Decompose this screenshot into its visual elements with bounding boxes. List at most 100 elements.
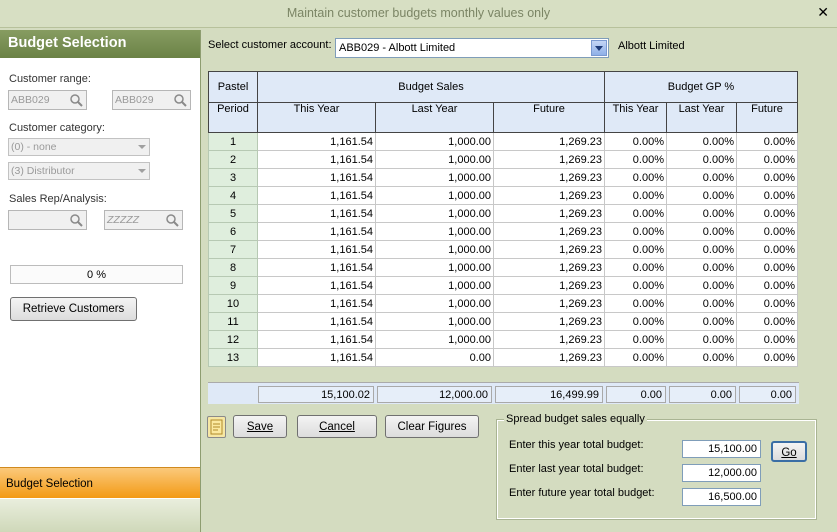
this-year-cell[interactable]: 1,161.54 [257, 276, 376, 295]
gp-this-year-cell[interactable]: 0.00% [604, 312, 667, 331]
gp-future-cell[interactable]: 0.00% [736, 330, 798, 349]
gp-future-cell[interactable]: 0.00% [736, 204, 798, 223]
gp-future-cell[interactable]: 0.00% [736, 348, 798, 367]
gp-this-year-cell[interactable]: 0.00% [604, 186, 667, 205]
future-cell[interactable]: 1,269.23 [493, 168, 605, 187]
future-cell[interactable]: 1,269.23 [493, 330, 605, 349]
this-year-budget-input[interactable]: 15,100.00 [682, 440, 761, 458]
clear-figures-button[interactable]: Clear Figures [385, 415, 479, 438]
gp-future-cell[interactable]: 0.00% [736, 132, 798, 151]
future-cell[interactable]: 1,269.23 [493, 240, 605, 259]
last-year-cell[interactable]: 1,000.00 [375, 240, 494, 259]
this-year-cell[interactable]: 1,161.54 [257, 204, 376, 223]
nav-budget-selection[interactable]: Budget Selection [0, 467, 200, 498]
gp-future-cell[interactable]: 0.00% [736, 222, 798, 241]
gp-last-year-cell[interactable]: 0.00% [666, 294, 737, 313]
retrieve-customers-button[interactable]: Retrieve Customers [10, 297, 137, 321]
last-year-cell[interactable]: 1,000.00 [375, 258, 494, 277]
future-cell[interactable]: 1,269.23 [493, 276, 605, 295]
this-year-cell[interactable]: 1,161.54 [257, 222, 376, 241]
gp-future-cell[interactable]: 0.00% [736, 240, 798, 259]
last-year-cell[interactable]: 1,000.00 [375, 150, 494, 169]
save-button[interactable]: Save [233, 415, 287, 438]
gp-future-cell[interactable]: 0.00% [736, 168, 798, 187]
future-cell[interactable]: 1,269.23 [493, 150, 605, 169]
sales-rep-to-field[interactable]: ZZZZZ [104, 210, 183, 230]
gp-this-year-cell[interactable]: 0.00% [604, 330, 667, 349]
gp-last-year-cell[interactable]: 0.00% [666, 276, 737, 295]
gp-last-year-cell[interactable]: 0.00% [666, 222, 737, 241]
this-year-cell[interactable]: 1,161.54 [257, 240, 376, 259]
this-year-cell[interactable]: 1,161.54 [257, 294, 376, 313]
gp-future-cell[interactable]: 0.00% [736, 186, 798, 205]
gp-future-cell[interactable]: 0.00% [736, 276, 798, 295]
last-year-cell[interactable]: 1,000.00 [375, 330, 494, 349]
future-cell[interactable]: 1,269.23 [493, 204, 605, 223]
last-year-cell[interactable]: 1,000.00 [375, 276, 494, 295]
gp-this-year-cell[interactable]: 0.00% [604, 240, 667, 259]
this-year-cell[interactable]: 1,161.54 [257, 168, 376, 187]
gp-this-year-cell[interactable]: 0.00% [604, 348, 667, 367]
notes-icon[interactable] [207, 416, 226, 438]
gp-last-year-cell[interactable]: 0.00% [666, 240, 737, 259]
this-year-cell[interactable]: 1,161.54 [257, 312, 376, 331]
gp-this-year-cell[interactable]: 0.00% [604, 150, 667, 169]
this-year-cell[interactable]: 1,161.54 [257, 258, 376, 277]
gp-last-year-cell[interactable]: 0.00% [666, 204, 737, 223]
gp-this-year-cell[interactable]: 0.00% [604, 258, 667, 277]
gp-this-year-cell[interactable]: 0.00% [604, 132, 667, 151]
search-icon[interactable] [69, 93, 83, 107]
sales-rep-from-field[interactable] [8, 210, 87, 230]
future-cell[interactable]: 1,269.23 [493, 186, 605, 205]
gp-last-year-cell[interactable]: 0.00% [666, 330, 737, 349]
close-icon[interactable]: ✕ [817, 4, 829, 21]
this-year-cell[interactable]: 1,161.54 [257, 348, 376, 367]
gp-future-cell[interactable]: 0.00% [736, 150, 798, 169]
gp-this-year-cell[interactable]: 0.00% [604, 294, 667, 313]
last-year-cell[interactable]: 1,000.00 [375, 294, 494, 313]
last-year-cell[interactable]: 1,000.00 [375, 168, 494, 187]
future-budget-input[interactable]: 16,500.00 [682, 488, 761, 506]
this-year-cell[interactable]: 1,161.54 [257, 186, 376, 205]
gp-future-cell[interactable]: 0.00% [736, 312, 798, 331]
future-cell[interactable]: 1,269.23 [493, 222, 605, 241]
range-from-field[interactable]: ABB029 [8, 90, 87, 110]
gp-last-year-cell[interactable]: 0.00% [666, 150, 737, 169]
this-year-cell[interactable]: 1,161.54 [257, 132, 376, 151]
gp-this-year-cell[interactable]: 0.00% [604, 168, 667, 187]
last-year-cell[interactable]: 1,000.00 [375, 186, 494, 205]
future-cell[interactable]: 1,269.23 [493, 132, 605, 151]
cancel-button[interactable]: Cancel [297, 415, 377, 438]
gp-last-year-cell[interactable]: 0.00% [666, 348, 737, 367]
gp-last-year-cell[interactable]: 0.00% [666, 186, 737, 205]
last-year-cell[interactable]: 1,000.00 [375, 204, 494, 223]
this-year-cell[interactable]: 1,161.54 [257, 150, 376, 169]
gp-last-year-cell[interactable]: 0.00% [666, 132, 737, 151]
future-cell[interactable]: 1,269.23 [493, 348, 605, 367]
gp-this-year-cell[interactable]: 0.00% [604, 276, 667, 295]
category-select-1[interactable]: (0) - none [8, 138, 150, 156]
last-year-cell[interactable]: 0.00 [375, 348, 494, 367]
go-button[interactable]: Go [771, 441, 807, 462]
account-select[interactable]: ABB029 - Albott Limited [335, 38, 609, 58]
search-icon[interactable] [69, 213, 83, 227]
last-year-cell[interactable]: 1,000.00 [375, 312, 494, 331]
gp-future-cell[interactable]: 0.00% [736, 294, 798, 313]
last-year-cell[interactable]: 1,000.00 [375, 222, 494, 241]
future-cell[interactable]: 1,269.23 [493, 312, 605, 331]
gp-last-year-cell[interactable]: 0.00% [666, 312, 737, 331]
search-icon[interactable] [165, 213, 179, 227]
last-year-budget-input[interactable]: 12,000.00 [682, 464, 761, 482]
this-year-cell[interactable]: 1,161.54 [257, 330, 376, 349]
chevron-down-icon[interactable] [591, 40, 607, 56]
future-cell[interactable]: 1,269.23 [493, 294, 605, 313]
gp-this-year-cell[interactable]: 0.00% [604, 222, 667, 241]
future-cell[interactable]: 1,269.23 [493, 258, 605, 277]
range-to-field[interactable]: ABB029 [112, 90, 191, 110]
gp-future-cell[interactable]: 0.00% [736, 258, 798, 277]
last-year-cell[interactable]: 1,000.00 [375, 132, 494, 151]
category-select-2[interactable]: (3) Distributor [8, 162, 150, 180]
gp-this-year-cell[interactable]: 0.00% [604, 204, 667, 223]
search-icon[interactable] [173, 93, 187, 107]
gp-last-year-cell[interactable]: 0.00% [666, 168, 737, 187]
